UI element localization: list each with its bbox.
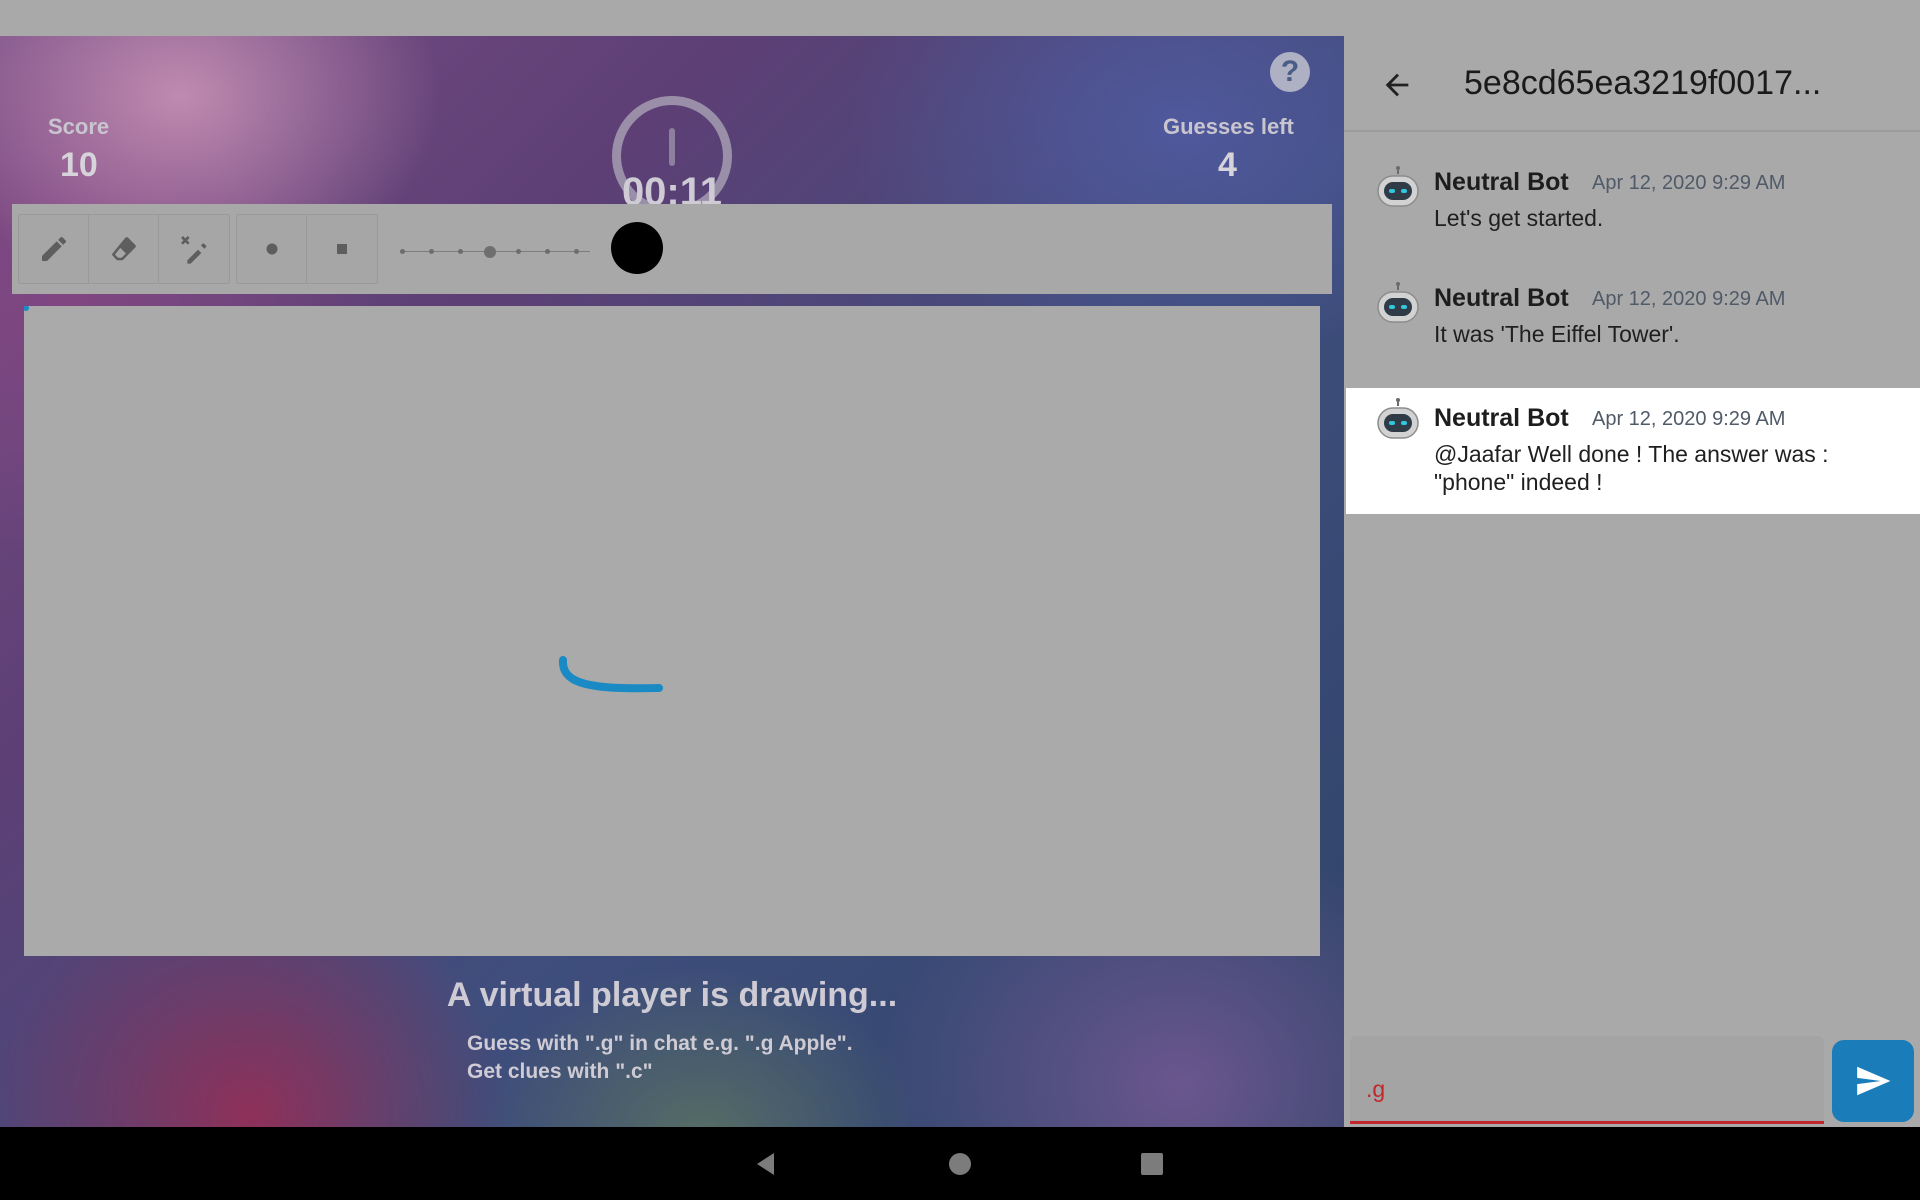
chat-header: 5e8cd65ea3219f0017... bbox=[1344, 36, 1920, 132]
message-text: It was 'The Eiffel Tower'. bbox=[1434, 321, 1680, 347]
message-text: @Jaafar Well done ! The answer was : "ph… bbox=[1434, 441, 1829, 495]
message-author: Neutral Bot bbox=[1434, 284, 1569, 312]
clue-hint: Get clues with ".c" bbox=[467, 1060, 653, 1083]
chat-panel: 5e8cd65ea3219f0017... Neutral Bot Apr 12… bbox=[1344, 36, 1920, 1127]
chat-input[interactable]: .g bbox=[1350, 1036, 1824, 1124]
score-label: Score bbox=[48, 114, 110, 139]
message-time: Apr 12, 2020 9:29 AM bbox=[1592, 172, 1786, 194]
android-nav-bar bbox=[0, 1127, 1920, 1200]
drawing-status-title: A virtual player is drawing... bbox=[446, 976, 898, 1014]
drawing-canvas[interactable] bbox=[24, 306, 1320, 956]
home-circle-icon[interactable] bbox=[946, 1150, 974, 1178]
guesses-left-label: Guesses left bbox=[1163, 114, 1294, 139]
back-arrow-icon[interactable] bbox=[1380, 68, 1414, 102]
message-author: Neutral Bot bbox=[1434, 404, 1569, 432]
square-tip-button[interactable] bbox=[307, 215, 377, 283]
game-area: Score 10 Guesses left 4 ? 00:11 A virtua… bbox=[0, 36, 1344, 1127]
grid-eraser-icon bbox=[181, 236, 207, 264]
pencil-icon bbox=[41, 236, 66, 261]
guess-hint: Guess with ".g" in chat e.g. ".g Apple". bbox=[467, 1032, 853, 1055]
send-icon bbox=[1857, 1066, 1891, 1096]
color-picker-swatch[interactable] bbox=[611, 222, 663, 274]
grid-eraser-tool-button[interactable] bbox=[159, 215, 229, 283]
bot-avatar-icon bbox=[1377, 166, 1419, 207]
help-button[interactable]: ? bbox=[1270, 52, 1310, 92]
chat-message: Neutral Bot Apr 12, 2020 9:29 AM It was … bbox=[1346, 266, 1920, 376]
send-button[interactable] bbox=[1832, 1040, 1914, 1122]
recents-square-icon[interactable] bbox=[1138, 1150, 1166, 1178]
pencil-tool-button[interactable] bbox=[19, 215, 89, 283]
chat-title: 5e8cd65ea3219f0017... bbox=[1464, 64, 1822, 102]
timer-hand bbox=[669, 128, 675, 166]
message-time: Apr 12, 2020 9:29 AM bbox=[1592, 288, 1786, 310]
guesses-left-value: 4 bbox=[1218, 146, 1237, 184]
chat-message-highlighted: Neutral Bot Apr 12, 2020 9:29 AM @Jaafar… bbox=[1346, 388, 1920, 514]
drawn-stroke bbox=[559, 656, 663, 693]
round-tip-button[interactable] bbox=[237, 215, 307, 283]
tool-group bbox=[18, 214, 230, 284]
bot-avatar-icon bbox=[1377, 398, 1419, 439]
message-text: Let's get started. bbox=[1434, 205, 1604, 231]
message-time: Apr 12, 2020 9:29 AM bbox=[1592, 408, 1786, 430]
eraser-tool-button[interactable] bbox=[89, 215, 159, 283]
square-tip-icon bbox=[337, 244, 347, 254]
tip-shape-group bbox=[236, 214, 378, 284]
status-bar bbox=[0, 0, 1920, 36]
drawing-toolbar bbox=[12, 204, 1332, 294]
chat-input-value: .g bbox=[1366, 1076, 1386, 1102]
brush-size-slider[interactable] bbox=[400, 245, 600, 259]
canvas-drawing bbox=[24, 306, 663, 693]
message-author: Neutral Bot bbox=[1434, 168, 1569, 196]
back-triangle-icon[interactable] bbox=[752, 1150, 780, 1178]
bot-avatar-icon bbox=[1377, 282, 1419, 323]
score-value: 10 bbox=[60, 146, 98, 184]
eraser-icon bbox=[111, 237, 136, 261]
chat-message: Neutral Bot Apr 12, 2020 9:29 AM Let's g… bbox=[1346, 150, 1920, 260]
stroke-dot bbox=[24, 306, 29, 311]
round-tip-icon bbox=[266, 243, 277, 255]
